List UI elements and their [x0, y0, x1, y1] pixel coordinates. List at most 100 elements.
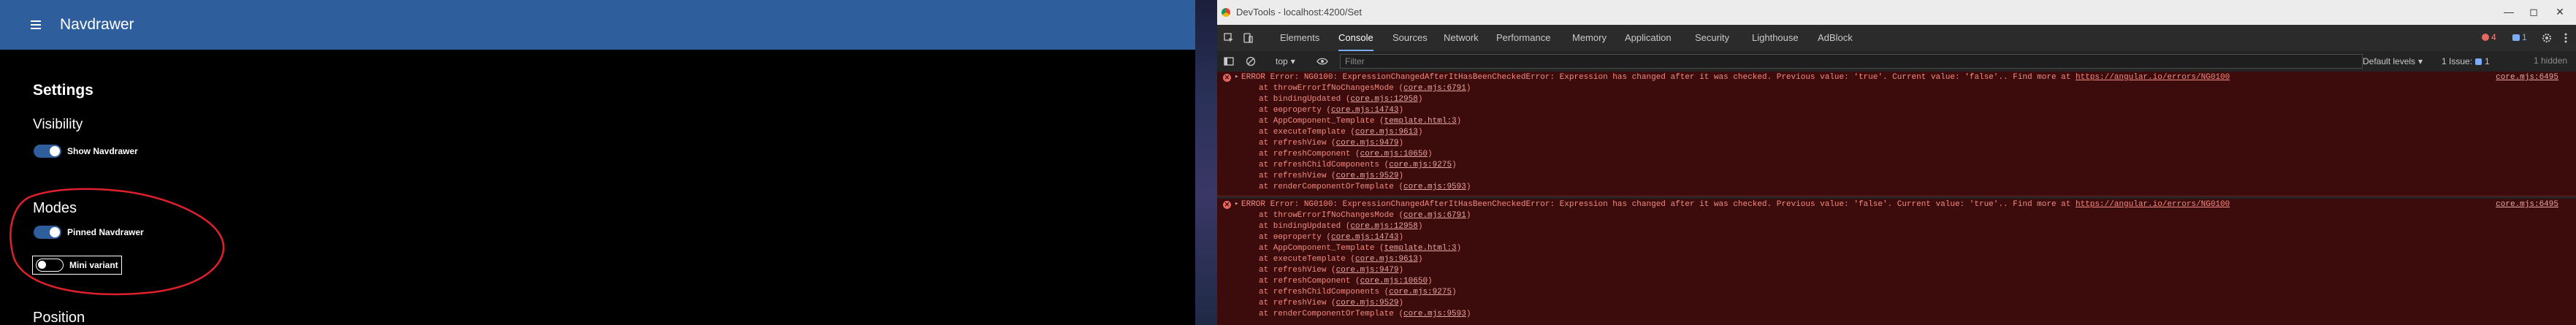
inspect-element-icon[interactable] — [1222, 31, 1236, 45]
tab-adblock[interactable]: AdBlock — [1818, 25, 1853, 51]
chevron-down-icon: ▾ — [1290, 56, 1295, 66]
app-title: Navdrawer — [60, 16, 134, 33]
more-options-icon[interactable] — [2558, 31, 2573, 45]
stack-location-link[interactable]: core.mjs:6791 — [1403, 84, 1466, 93]
stack-location-link[interactable]: core.mjs:10650 — [1360, 277, 1428, 286]
tab-security[interactable]: Security — [1695, 25, 1729, 51]
pinned-navdrawer-switch[interactable] — [34, 226, 61, 239]
sidebar-toggle-icon[interactable] — [1222, 54, 1236, 69]
stack-location-link[interactable]: core.mjs:14743 — [1331, 233, 1398, 242]
message-icon — [2512, 34, 2520, 41]
error-source-link[interactable]: core.mjs:6495 — [2496, 73, 2558, 82]
filter-input[interactable] — [1340, 54, 2363, 69]
error-count: 4 — [2491, 32, 2496, 42]
tab-memory[interactable]: Memory — [1572, 25, 1607, 51]
tab-elements[interactable]: Elements — [1280, 25, 1319, 51]
stack-line: at AppComponent_Template (template.html:… — [1259, 117, 1462, 126]
stack-location-link[interactable]: core.mjs:9479 — [1336, 139, 1399, 148]
console-error-entry[interactable]: ✕ ▸ ERROR Error: NG0100: ExpressionChang… — [1217, 72, 2576, 196]
error-icon — [2482, 34, 2489, 41]
tab-network[interactable]: Network — [1444, 25, 1479, 51]
error-doc-link[interactable]: https://angular.io/errors/NG0100 — [2076, 200, 2230, 209]
console-toolbar: top ▾ Default levels ▾ 1 Issue: 1 1 hidd… — [1217, 51, 2576, 72]
devtools-window-title: DevTools - localhost:4200/Set — [1236, 7, 1362, 18]
issues-indicator[interactable]: 1 Issue: 1 — [2442, 54, 2490, 69]
error-doc-link[interactable]: https://angular.io/errors/NG0100 — [2076, 73, 2230, 82]
stack-line: at renderComponentOrTemplate (core.mjs:9… — [1259, 310, 1471, 318]
stack-location-link[interactable]: core.mjs:10650 — [1360, 150, 1428, 158]
stack-line: at refreshChildComponents (core.mjs:9275… — [1259, 161, 1457, 169]
tab-lighthouse[interactable]: Lighthouse — [1752, 25, 1799, 51]
stack-location-link[interactable]: core.mjs:12958 — [1350, 222, 1417, 231]
stack-location-link[interactable]: core.mjs:9613 — [1355, 128, 1418, 137]
desktop-background-strip — [1195, 0, 1217, 325]
stack-location-link[interactable]: core.mjs:9593 — [1403, 183, 1466, 191]
console-error-entry[interactable]: ✕ ▸ ERROR Error: NG0100: ExpressionChang… — [1217, 199, 2576, 325]
tab-application[interactable]: Application — [1625, 25, 1672, 51]
stack-line: at bindingUpdated (core.mjs:12958) — [1259, 222, 1423, 231]
show-navdrawer-toggle-row[interactable]: Show Navdrawer — [34, 145, 138, 158]
gear-icon[interactable] — [2539, 31, 2554, 45]
stack-location-link[interactable]: core.mjs:14743 — [1331, 106, 1398, 115]
eye-icon[interactable] — [1315, 54, 1330, 69]
position-heading: Position — [33, 310, 85, 325]
tab-console[interactable]: Console — [1338, 25, 1373, 51]
mini-variant-label: Mini variant — [69, 260, 118, 270]
show-navdrawer-switch[interactable] — [34, 145, 61, 158]
pinned-navdrawer-toggle-row[interactable]: Pinned Navdrawer — [34, 226, 144, 239]
error-source-link[interactable]: core.mjs:6495 — [2496, 200, 2558, 209]
error-count-badge[interactable]: 4 — [2482, 32, 2496, 42]
expand-caret-icon[interactable]: ▸ — [1235, 73, 1238, 80]
hamburger-menu-icon — [31, 20, 41, 29]
stack-location-link[interactable]: core.mjs:9529 — [1336, 172, 1399, 180]
devtools-tabbar: Elements Console Sources Network Perform… — [1217, 25, 2576, 52]
stack-location-link[interactable]: core.mjs:6791 — [1403, 211, 1466, 220]
stack-line: at renderComponentOrTemplate (core.mjs:9… — [1259, 183, 1471, 191]
stack-location-link[interactable]: core.mjs:9593 — [1403, 310, 1466, 318]
pinned-navdrawer-label: Pinned Navdrawer — [67, 227, 144, 237]
stack-location-link[interactable]: core.mjs:9479 — [1336, 266, 1399, 275]
stack-line: at AppComponent_Template (template.html:… — [1259, 244, 1462, 253]
visibility-heading: Visibility — [33, 117, 83, 132]
devtools-window: DevTools - localhost:4200/Set — ◻ ✕ Elem… — [1217, 0, 2576, 325]
show-navdrawer-label: Show Navdrawer — [67, 146, 138, 156]
expand-caret-icon[interactable]: ▸ — [1235, 200, 1238, 207]
stack-line: at refreshView (core.mjs:9529) — [1259, 299, 1404, 307]
stack-line: at throwErrorIfNoChangesMode (core.mjs:6… — [1259, 84, 1471, 93]
minimize-icon[interactable]: — — [2500, 4, 2518, 19]
log-levels-select[interactable]: Default levels ▾ — [2363, 54, 2423, 69]
stack-location-link[interactable]: core.mjs:9275 — [1389, 288, 1452, 297]
log-levels-value: Default levels — [2363, 56, 2416, 66]
mini-variant-switch[interactable] — [36, 259, 64, 272]
maximize-icon[interactable]: ◻ — [2525, 4, 2542, 19]
message-count: 1 — [2522, 32, 2527, 42]
stack-line: at refreshComponent (core.mjs:10650) — [1259, 277, 1433, 286]
app-header: Navdrawer — [0, 0, 1195, 50]
close-icon[interactable]: ✕ — [2551, 4, 2569, 19]
stack-location-link[interactable]: template.html:3 — [1384, 244, 1457, 253]
error-message: ERROR Error: NG0100: ExpressionChangedAf… — [1241, 200, 2230, 209]
devtools-titlebar: DevTools - localhost:4200/Set — ◻ ✕ — [1217, 0, 2576, 25]
console-messages: ✕ ▸ ERROR Error: NG0100: ExpressionChang… — [1217, 72, 2576, 325]
tab-performance[interactable]: Performance — [1496, 25, 1550, 51]
stack-location-link[interactable]: core.mjs:9529 — [1336, 299, 1399, 307]
stack-line: at refreshView (core.mjs:9479) — [1259, 266, 1404, 275]
error-message: ERROR Error: NG0100: ExpressionChangedAf… — [1241, 73, 2230, 82]
context-value: top — [1276, 56, 1288, 66]
context-select[interactable]: top ▾ — [1276, 54, 1295, 69]
stack-line: at refreshView (core.mjs:9479) — [1259, 139, 1404, 148]
stack-line: at executeTemplate (core.mjs:9613) — [1259, 128, 1423, 137]
stack-location-link[interactable]: core.mjs:9613 — [1355, 255, 1418, 264]
menu-button[interactable] — [23, 15, 48, 35]
device-toolbar-icon[interactable] — [1241, 31, 1255, 45]
clear-console-icon[interactable] — [1243, 54, 1258, 69]
navdrawer-app: Navdrawer Settings Visibility Show Navdr… — [0, 0, 1195, 325]
tab-sources[interactable]: Sources — [1392, 25, 1428, 51]
stack-line: at refreshView (core.mjs:9529) — [1259, 172, 1404, 180]
stack-location-link[interactable]: core.mjs:9275 — [1389, 161, 1452, 169]
issues-label: 1 Issue: — [2442, 56, 2473, 66]
stack-location-link[interactable]: core.mjs:12958 — [1350, 95, 1417, 104]
stack-location-link[interactable]: template.html:3 — [1384, 117, 1457, 126]
mini-variant-toggle-row[interactable]: Mini variant — [32, 256, 122, 275]
message-count-badge[interactable]: 1 — [2512, 32, 2527, 42]
